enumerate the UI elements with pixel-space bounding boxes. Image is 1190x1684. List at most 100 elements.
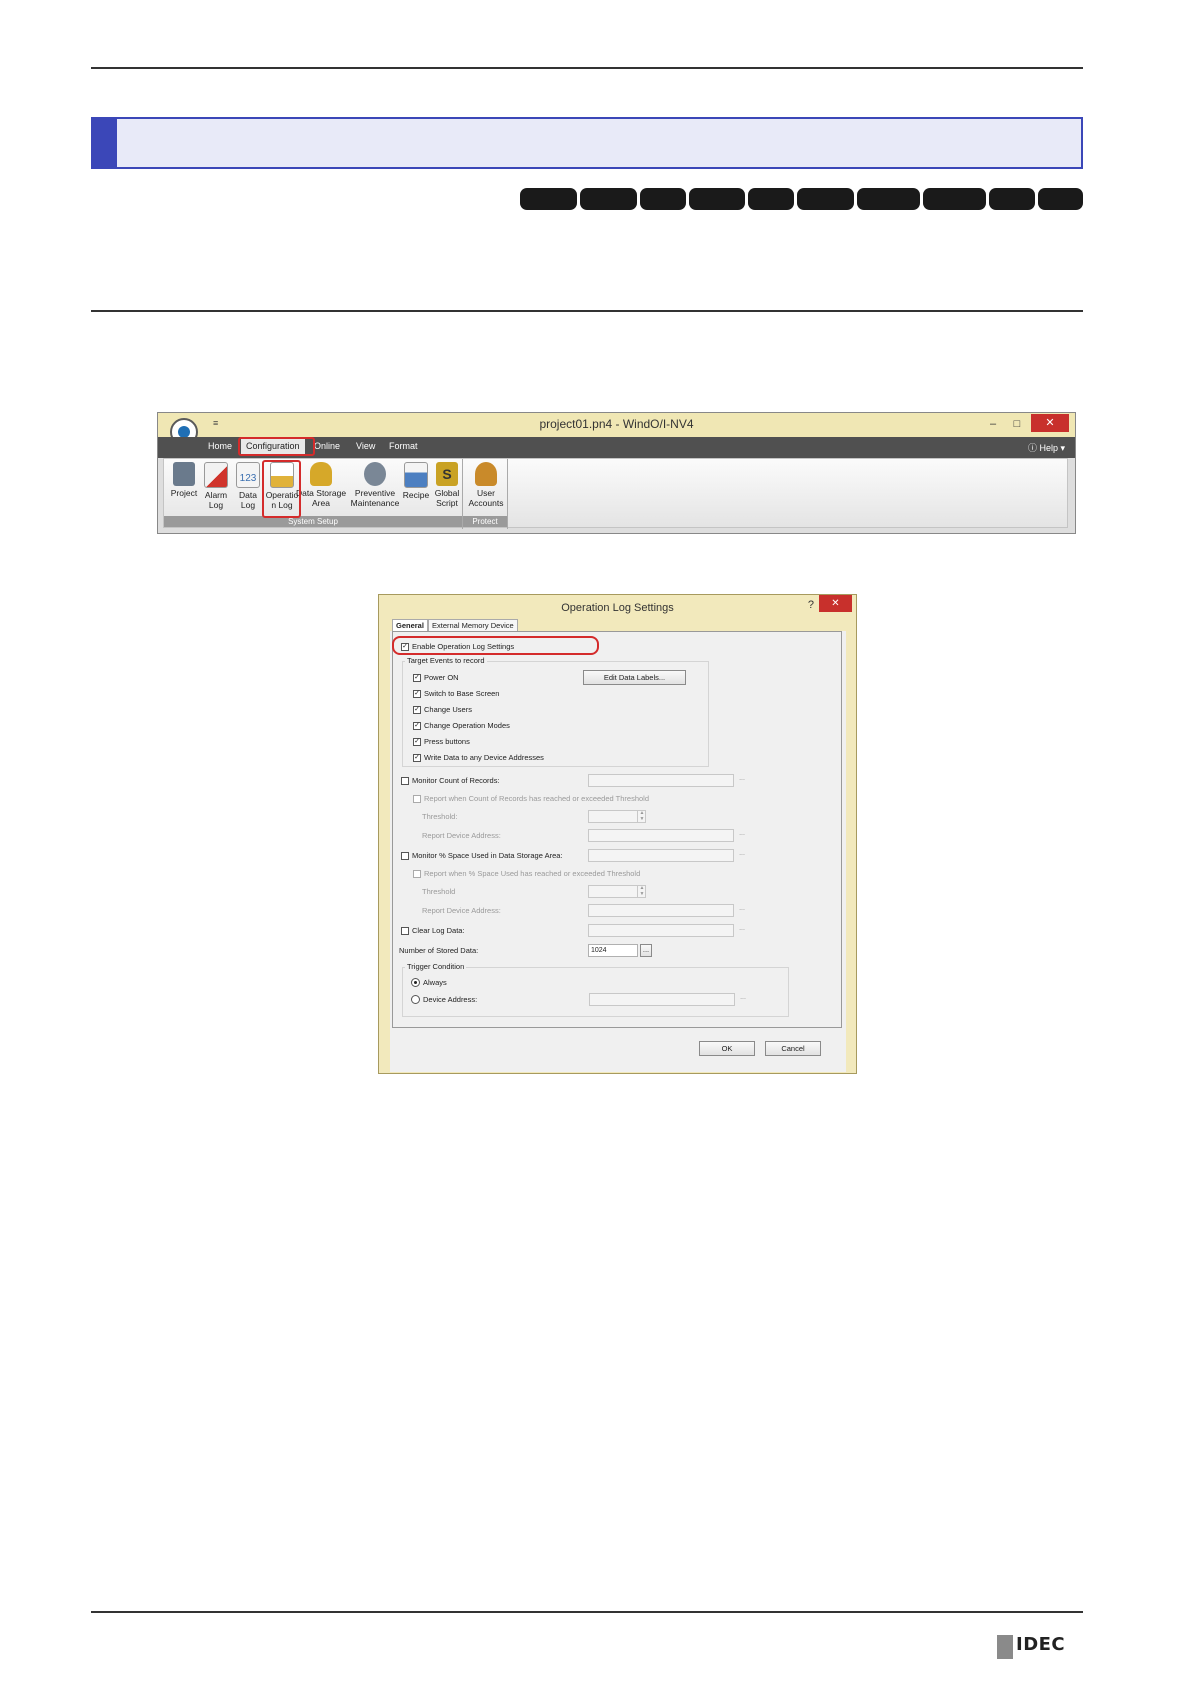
event-checkbox[interactable]: ✓	[413, 738, 421, 746]
browse-button[interactable]: ...	[736, 774, 748, 787]
stored-data-label: Number of Stored Data:	[399, 946, 479, 955]
threshold-label: Threshold	[422, 887, 456, 896]
target-events-label: Target Events to record	[405, 656, 487, 665]
event-checkbox[interactable]: ✓	[413, 722, 421, 730]
threshold-spinner[interactable]: ▲ ▼	[637, 810, 646, 823]
help-label: Help	[1039, 443, 1058, 453]
monitor-space-label: Monitor % Space Used in Data Storage Are…	[412, 851, 563, 860]
stored-data-browse-button[interactable]: ...	[640, 944, 652, 957]
event-label: Switch to Base Screen	[424, 689, 500, 698]
report-count-checkbox[interactable]	[413, 795, 421, 803]
threshold-spinner[interactable]: ▲ ▼	[637, 885, 646, 898]
project-button[interactable]: Project	[167, 462, 201, 498]
close-button[interactable]: ✕	[1031, 414, 1069, 432]
header-rule	[91, 67, 1083, 69]
general-tab-panel: ✓ Enable Operation Log Settings Target E…	[392, 631, 842, 1028]
quick-access-menu-icon[interactable]: ≡	[213, 418, 218, 428]
dialog-close-button[interactable]: ✕	[819, 595, 852, 612]
data-storage-area-button[interactable]: Data Storage Area	[295, 462, 347, 508]
spin-down-icon: ▼	[639, 891, 645, 897]
event-checkbox[interactable]: ✓	[413, 754, 421, 762]
browse-button[interactable]: ...	[736, 924, 748, 937]
event-checkbox[interactable]: ✓	[413, 706, 421, 714]
section-heading-bar	[91, 117, 1083, 169]
event-label: Power ON	[424, 673, 459, 682]
ok-button[interactable]: OK	[699, 1041, 755, 1056]
model-badge	[640, 188, 686, 210]
help-button[interactable]: ?	[808, 599, 814, 611]
group-separator	[507, 459, 508, 529]
button-label: Alarm Log	[204, 490, 228, 510]
logo-mark	[997, 1635, 1013, 1659]
device-address-field[interactable]	[589, 993, 735, 1006]
tab-view[interactable]: View	[356, 441, 375, 451]
threshold-label: Threshold:	[422, 812, 458, 821]
help-menu[interactable]: ⓘ Help ▾	[1028, 441, 1065, 454]
browse-button[interactable]: ...	[736, 904, 748, 917]
project-icon	[173, 462, 195, 486]
model-badge	[520, 188, 577, 210]
tab-online[interactable]: Online	[314, 441, 340, 451]
footer-rule	[91, 1611, 1083, 1613]
maximize-button[interactable]: □	[1005, 415, 1029, 433]
global-script-icon: S	[436, 462, 458, 486]
alarm-log-icon	[204, 462, 228, 488]
model-badge	[1038, 188, 1083, 210]
report-count-label: Report when Count of Records has reached…	[424, 794, 649, 803]
device-address-radio[interactable]	[411, 995, 420, 1004]
user-accounts-button[interactable]: User Accounts	[466, 462, 506, 508]
data-log-button[interactable]: 123 Data Log	[231, 462, 265, 510]
ribbon-screenshot: project01.pn4 - WindO/I-NV4 ≡ – □ ✕ Home…	[157, 412, 1076, 534]
group-label-system-setup: System Setup	[164, 516, 462, 527]
report-device-address-label: Report Device Address:	[422, 906, 501, 915]
cancel-button[interactable]: Cancel	[765, 1041, 821, 1056]
report-space-checkbox[interactable]	[413, 870, 421, 878]
global-script-button[interactable]: S Global Script	[430, 462, 464, 508]
minimize-button[interactable]: –	[981, 415, 1005, 433]
data-log-icon: 123	[236, 462, 260, 488]
button-label: Global Script	[434, 488, 460, 508]
button-label: Data Storage Area	[295, 488, 347, 508]
spin-down-icon: ▼	[639, 816, 645, 822]
monitor-count-checkbox[interactable]	[401, 777, 409, 785]
monitor-space-field[interactable]	[588, 849, 734, 862]
enable-setting-highlight	[392, 636, 599, 655]
report-device-address-field[interactable]	[588, 829, 734, 842]
data-storage-area-icon	[310, 462, 332, 486]
report-device-address-field[interactable]	[588, 904, 734, 917]
tab-format[interactable]: Format	[389, 441, 418, 451]
event-label: Change Users	[424, 705, 472, 714]
monitor-count-field[interactable]	[588, 774, 734, 787]
event-checkbox[interactable]: ✓	[413, 690, 421, 698]
event-label: Change Operation Modes	[424, 721, 510, 730]
preventive-maintenance-button[interactable]: Preventive Maintenance	[349, 462, 401, 508]
tab-home[interactable]: Home	[208, 441, 232, 451]
user-accounts-icon	[475, 462, 497, 486]
edit-data-labels-button[interactable]: Edit Data Labels...	[583, 670, 686, 685]
trigger-condition-label: Trigger Condition	[405, 962, 467, 971]
section-heading-accent	[93, 119, 117, 167]
stored-data-field[interactable]: 1024	[588, 944, 638, 957]
always-radio[interactable]	[411, 978, 420, 987]
browse-button[interactable]: ...	[736, 829, 748, 842]
alarm-log-button[interactable]: Alarm Log	[199, 462, 233, 510]
model-badge	[748, 188, 794, 210]
browse-button[interactable]: ...	[737, 993, 749, 1006]
model-badge	[580, 188, 637, 210]
recipe-button[interactable]: Recipe	[399, 462, 433, 500]
logo-text: IDEC	[1016, 1634, 1066, 1655]
trigger-condition-group	[402, 967, 789, 1017]
help-icon: ⓘ	[1027, 443, 1040, 453]
event-label: Press buttons	[424, 737, 470, 746]
operation-log-settings-dialog: Operation Log Settings ? ✕ General Exter…	[378, 594, 857, 1074]
event-checkbox[interactable]: ✓	[413, 674, 421, 682]
group-label-protect: Protect	[463, 516, 507, 527]
monitor-space-checkbox[interactable]	[401, 852, 409, 860]
model-badge	[797, 188, 854, 210]
browse-button[interactable]: ...	[736, 849, 748, 862]
clear-log-field[interactable]	[588, 924, 734, 937]
button-label: Preventive Maintenance	[350, 488, 400, 508]
window-title-bar: project01.pn4 - WindO/I-NV4	[158, 413, 1075, 437]
operation-log-highlight	[262, 460, 301, 518]
clear-log-checkbox[interactable]	[401, 927, 409, 935]
